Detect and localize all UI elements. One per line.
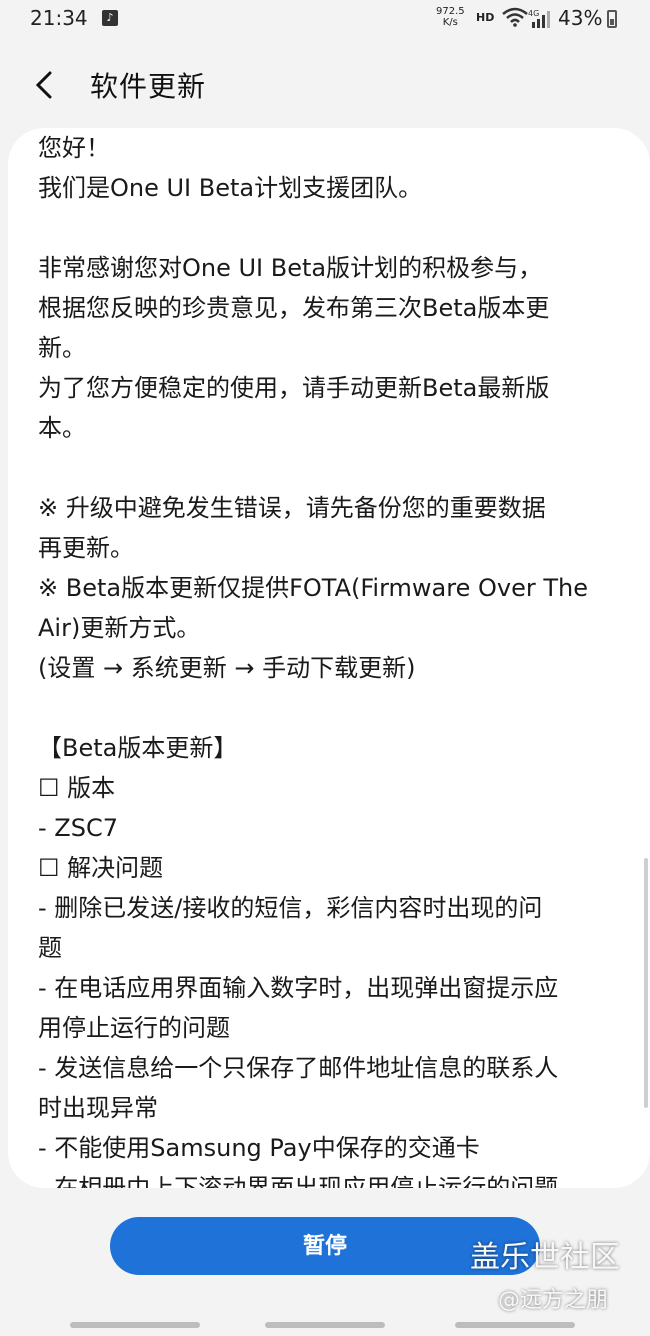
release-notes-card[interactable]: 您好！ 我们是One UI Beta计划支援团队。 非常感谢您对One UI B… [8, 128, 650, 1188]
wifi-icon [502, 7, 528, 27]
cell-signal-icon: 4G [528, 9, 550, 28]
notification-icon: ♪ [102, 10, 118, 26]
network-speed-value: 972.5 [436, 6, 465, 17]
watermark-site: 盖乐世社区 [470, 1240, 620, 1275]
network-type-label: 4G [528, 9, 539, 18]
release-notes-text: 您好！ 我们是One UI Beta计划支援团队。 非常感谢您对One UI B… [38, 134, 588, 1188]
back-icon[interactable] [30, 65, 62, 105]
network-speed-unit: K/s [442, 17, 458, 28]
back-button[interactable] [455, 1322, 575, 1328]
navigation-bar [0, 1316, 650, 1336]
status-bar: 21:34 ♪ 972.5 K/s HD 4G 43% [0, 0, 650, 40]
status-time: 21:34 [30, 6, 88, 30]
page-title: 软件更新 [90, 70, 207, 103]
battery-percent: 43% [558, 6, 603, 30]
app-bar: 软件更新 [0, 55, 650, 115]
scrollbar[interactable] [644, 858, 648, 1108]
hd-label: HD [476, 11, 495, 24]
battery-icon [607, 10, 617, 28]
network-speed: 972.5 K/s [436, 6, 465, 28]
watermark-handle: @远方之朋 [498, 1288, 609, 1313]
home-button[interactable] [265, 1322, 385, 1328]
recent-apps-button[interactable] [70, 1322, 200, 1328]
